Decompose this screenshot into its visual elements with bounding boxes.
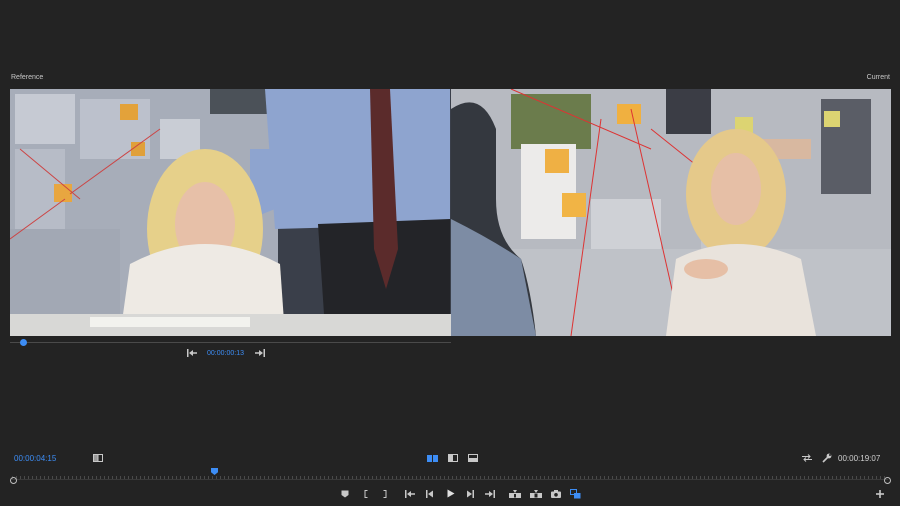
side-by-side-view-icon[interactable] [426, 453, 438, 463]
timeline-start-marker [10, 477, 17, 484]
mark-in-icon[interactable] [362, 489, 370, 499]
reference-timecode[interactable]: 00:00:00:13 [207, 350, 244, 357]
comparison-view-toggle-icon[interactable] [569, 488, 582, 499]
reference-scrub-handle[interactable] [20, 339, 27, 346]
duration-timecode: 00:00:19:07 [838, 454, 881, 463]
current-image [451, 89, 891, 336]
overwrite-icon[interactable] [529, 489, 542, 499]
reference-image [10, 89, 451, 336]
reference-scrub-track[interactable] [10, 342, 451, 343]
timeline-track[interactable] [12, 479, 888, 480]
camera-icon[interactable] [550, 489, 562, 499]
play-icon[interactable] [445, 488, 456, 499]
add-marker-icon[interactable] [340, 489, 350, 499]
mark-out-icon[interactable] [381, 489, 389, 499]
horizontal-split-view-icon[interactable] [467, 453, 479, 463]
comparison-view-icon[interactable] [92, 453, 104, 463]
reference-label: Reference [11, 74, 44, 81]
add-button-icon[interactable] [875, 489, 885, 499]
step-forward-to-out-icon[interactable] [254, 348, 266, 358]
vertical-split-view-icon[interactable] [447, 453, 459, 463]
current-frame[interactable] [451, 89, 891, 336]
step-back-to-in-icon[interactable] [186, 348, 198, 358]
current-label: Current [866, 74, 890, 81]
reference-frame[interactable] [10, 89, 451, 336]
playhead-timecode[interactable]: 00:00:04:15 [14, 454, 56, 463]
insert-icon[interactable] [508, 489, 521, 499]
swap-icon[interactable] [801, 453, 813, 463]
step-forward-icon[interactable] [465, 489, 475, 499]
timeline-end-marker [884, 477, 891, 484]
wrench-icon[interactable] [821, 452, 833, 463]
step-back-icon[interactable] [425, 489, 435, 499]
go-to-in-icon[interactable] [404, 489, 416, 499]
go-to-out-icon[interactable] [484, 489, 496, 499]
